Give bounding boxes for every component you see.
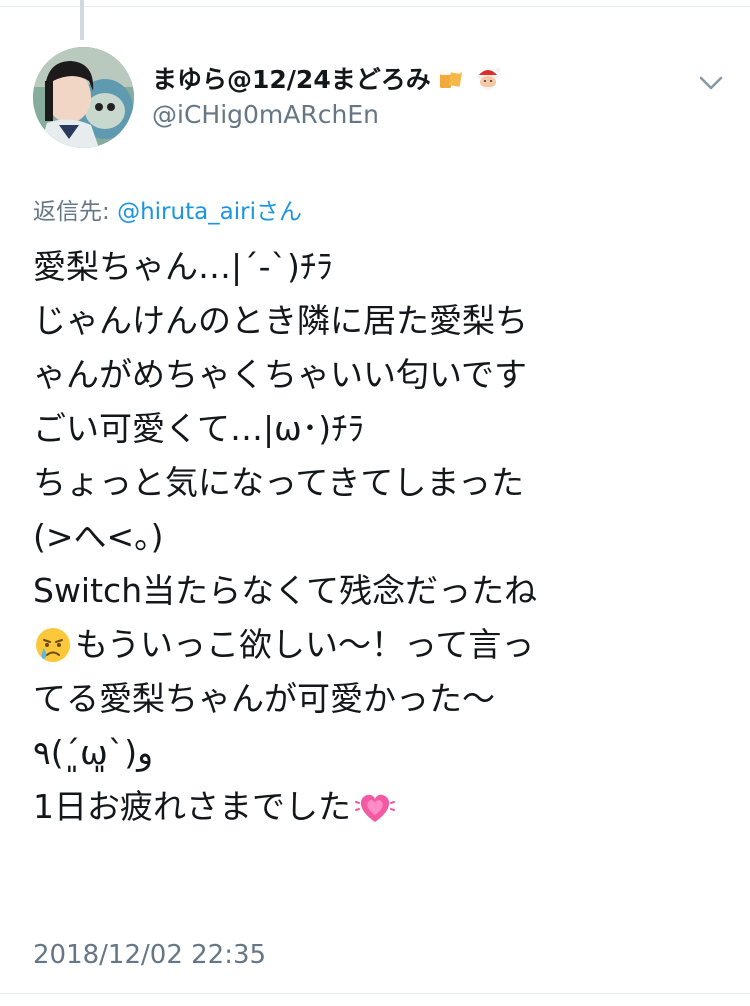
display-name-text: まゆら@12/24まどろみ [152, 65, 431, 94]
tweet-line-11-text: 1日お疲れさまでした [33, 787, 351, 826]
author-display-name[interactable]: まゆら@12/24まどろみ [152, 60, 503, 96]
tweet-line-2: じゃんけんのとき隣に居た愛梨ち [33, 301, 528, 340]
reply-to-line: 返信先: @hiruta_airiさん [33, 192, 302, 226]
tweet-line-8-text: もういっこ欲しい〜！って言っ [75, 625, 535, 664]
reply-prefix: 返信先: [33, 199, 118, 225]
avatar-photo [33, 47, 134, 148]
tweet-line-8: もういっこ欲しい〜！って言っ [33, 618, 733, 672]
reply-target-handle: @hiruta_airi [117, 199, 257, 225]
reply-target-link[interactable]: @hiruta_airiさん [117, 199, 302, 225]
top-divider [0, 6, 750, 7]
thread-connector-line [80, 0, 84, 40]
crying-face-emoji [36, 628, 70, 662]
author-handle[interactable]: @iCHig0mARchEn [152, 100, 379, 129]
tweet-line-3: ゃんがめちゃくちゃいい匂いです [33, 355, 528, 394]
growing-heart-emoji [355, 794, 395, 822]
tweet-line-11: 1日お疲れさまでした [33, 780, 733, 834]
tweet-line-1: 愛梨ちゃん…|´-`)ﾁﾗ [33, 247, 333, 286]
bottom-divider [0, 993, 750, 994]
avatar[interactable] [33, 47, 134, 148]
tweet-line-10: ٩(´͈ω͈`)و [33, 733, 154, 772]
tweet-line-4: ごい可愛くて…|ω･)ﾁﾗ [33, 409, 365, 448]
santa-emoji [476, 67, 501, 90]
reply-target-suffix: さん [256, 199, 303, 225]
tweet-line-5: ちょっと気になってきてしまった [33, 463, 525, 502]
tweet-timestamp[interactable]: 2018/12/02 22:35 [33, 940, 266, 970]
beer-mugs-emoji [439, 67, 462, 88]
tweet-body: 愛梨ちゃん…|´-`)ﾁﾗ じゃんけんのとき隣に居た愛梨ち ゃんがめちゃくちゃい… [33, 240, 733, 834]
chevron-down-icon[interactable] [694, 66, 728, 100]
tweet-line-7: Switch当たらなくて残念だったね [33, 571, 538, 610]
tweet-line-6: (>へ<。) [33, 517, 164, 556]
tweet-line-9: てる愛梨ちゃんが可愛かった〜 [33, 679, 495, 718]
